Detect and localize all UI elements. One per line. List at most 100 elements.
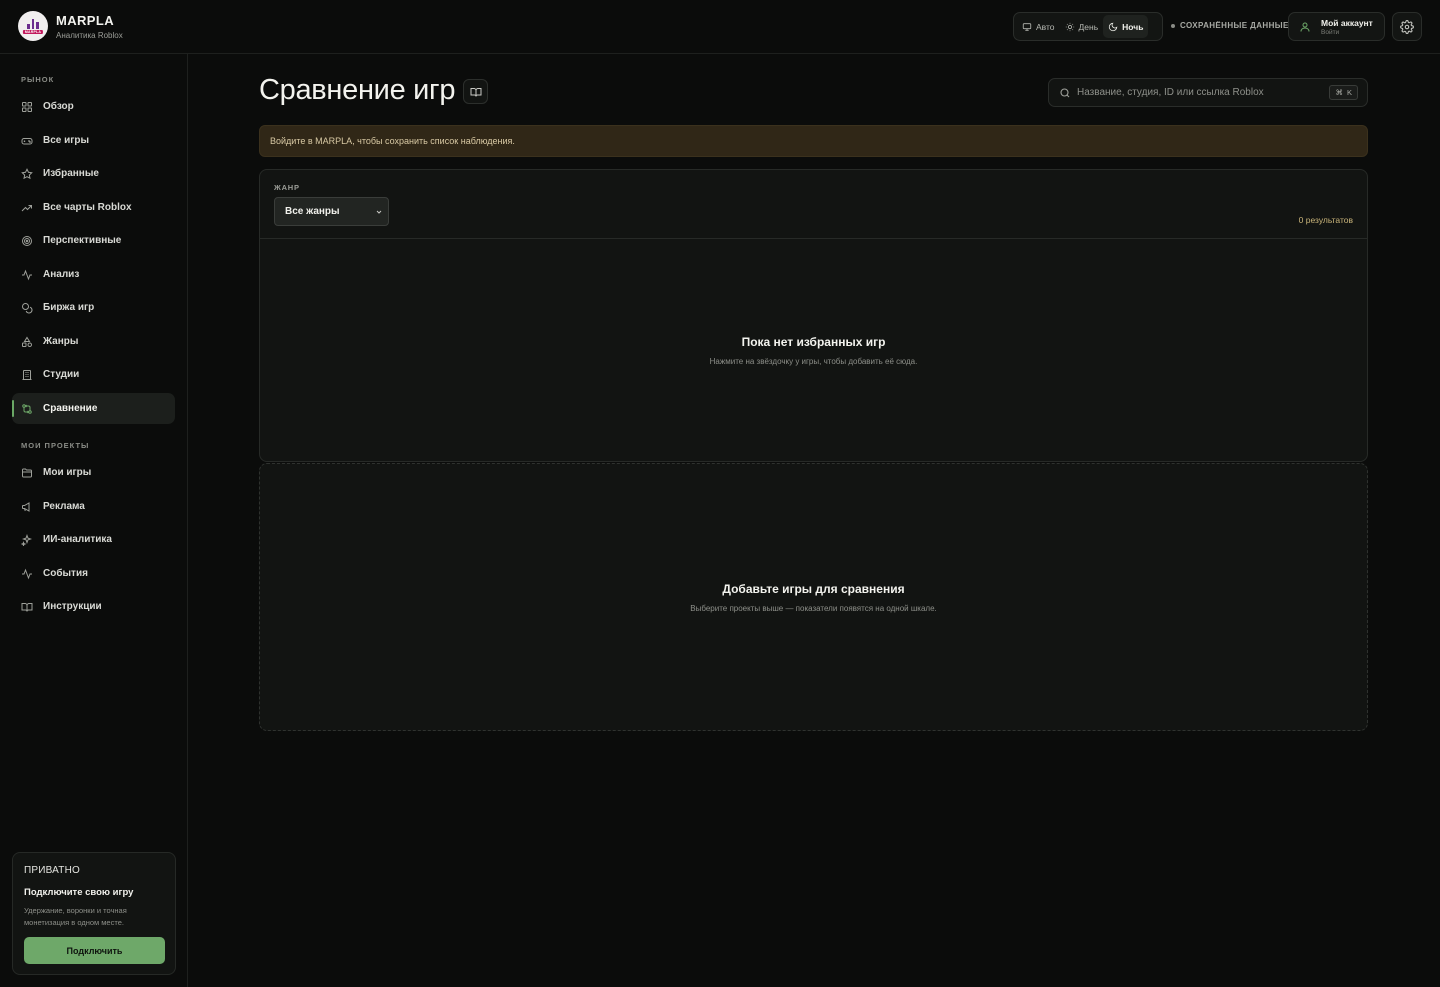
folder-icon <box>21 467 33 479</box>
sidebar-item-all-games[interactable]: Все игры <box>12 125 175 156</box>
command-key: ⌘ <box>1335 88 1343 97</box>
favorites-empty-title: Пока нет избранных игр <box>741 335 886 349</box>
results-count: 0 результатов <box>1298 215 1353 225</box>
sidebar: РЫНОК Обзор Все игры Избранные Все чарты… <box>0 54 188 987</box>
account-title: Мой аккаунт <box>1321 17 1373 28</box>
genre-select-value: Все жанры <box>285 206 340 217</box>
promo-tag: ПРИВАТНО <box>24 865 80 876</box>
favorites-empty-description: Нажмите на звёздочку у игры, чтобы добав… <box>709 357 918 366</box>
theme-auto-button[interactable]: Авто <box>1017 15 1060 38</box>
saved-data-link[interactable]: СОХРАНЁННЫЕ ДАННЫЕ <box>1171 21 1289 30</box>
sidebar-item-ai-analytics[interactable]: ИИ-аналитика <box>12 524 175 555</box>
sidebar-item-label: События <box>43 568 88 579</box>
pulse-icon <box>21 568 33 580</box>
sidebar-item-favorites[interactable]: Избранные <box>12 158 175 189</box>
monitor-icon <box>1022 22 1032 32</box>
sidebar-item-overview[interactable]: Обзор <box>12 91 175 122</box>
page-title: Сравнение игр <box>259 74 456 106</box>
sidebar-item-my-games[interactable]: Мои игры <box>12 457 175 488</box>
search-input[interactable] <box>1077 87 1327 98</box>
trending-up-icon <box>21 202 33 214</box>
sidebar-item-label: Все игры <box>43 135 90 146</box>
gear-icon <box>1400 19 1414 34</box>
sidebar-item-roblox-charts[interactable]: Все чарты Roblox <box>12 192 175 223</box>
shapes-icon <box>21 336 33 348</box>
sidebar-item-label: Сравнение <box>43 403 98 414</box>
brand[interactable]: MARPLA MARPLA Аналитика Roblox <box>18 11 123 41</box>
gamepad-icon <box>21 135 33 147</box>
shortcut-key: K <box>1346 88 1352 97</box>
favorites-panel: ЖАНР Все жанры 0 результатов Пока нет из… <box>259 169 1368 462</box>
grid-icon <box>21 101 33 113</box>
login-notice: Войдите в MARPLA, чтобы сохранить список… <box>259 125 1368 157</box>
brand-name: MARPLA <box>56 12 115 28</box>
book-icon <box>21 601 33 613</box>
sparkles-icon <box>21 533 33 546</box>
sidebar-item-label: Жанры <box>43 336 79 347</box>
sidebar-item-genres[interactable]: Жанры <box>12 326 175 357</box>
theme-day-label: День <box>1078 21 1099 32</box>
connect-game-promo: ПРИВАТНО Подключите свою игру Удержание,… <box>12 852 176 975</box>
saved-data-label: СОХРАНЁННЫЕ ДАННЫЕ <box>1180 21 1289 30</box>
status-dot <box>1171 23 1175 28</box>
notice-text: Войдите в MARPLA, чтобы сохранить список… <box>270 136 515 146</box>
sidebar-item-label: Мои игры <box>43 467 92 478</box>
building-icon <box>21 369 33 381</box>
user-icon <box>1299 21 1311 33</box>
sidebar-item-compare[interactable]: Сравнение <box>12 393 175 424</box>
sidebar-item-game-exchange[interactable]: Биржа игр <box>12 292 175 323</box>
sidebar-item-label: Реклама <box>43 501 85 512</box>
sidebar-item-events[interactable]: События <box>12 558 175 589</box>
coins-icon <box>21 302 33 314</box>
marpla-logo: MARPLA <box>18 11 48 41</box>
sidebar-item-label: Биржа игр <box>43 302 95 313</box>
guide-button[interactable] <box>463 79 488 104</box>
compare-empty-description: Выберите проекты выше — показатели появя… <box>690 604 937 613</box>
shortcut-hint: ⌘ K <box>1329 85 1358 100</box>
target-icon <box>21 235 33 247</box>
sidebar-item-label: Студии <box>43 369 80 380</box>
filter-bar: ЖАНР Все жанры 0 результатов <box>260 170 1367 239</box>
promo-title: Подключите свою игру <box>24 887 134 898</box>
sidebar-item-label: Перспективные <box>43 235 122 246</box>
brand-subtitle: Аналитика Roblox <box>56 30 123 40</box>
moon-icon <box>1108 22 1118 32</box>
sidebar-item-analysis[interactable]: Анализ <box>12 259 175 290</box>
sidebar-item-label: Избранные <box>43 168 99 179</box>
sidebar-item-promising[interactable]: Перспективные <box>12 225 175 256</box>
theme-switcher: Авто День Ночь <box>1013 12 1163 41</box>
genre-filter-label: ЖАНР <box>274 183 300 192</box>
theme-night-label: Ночь <box>1122 21 1144 32</box>
theme-auto-label: Авто <box>1036 21 1055 32</box>
sun-icon <box>1065 22 1075 32</box>
activity-icon <box>21 269 33 281</box>
sidebar-item-label: Все чарты Roblox <box>43 202 132 213</box>
comparison-panel: Добавьте игры для сравнения Выберите про… <box>259 463 1368 731</box>
book-open-icon <box>470 86 482 98</box>
star-icon <box>21 167 33 180</box>
megaphone-icon <box>21 501 33 513</box>
section-market: РЫНОК <box>21 75 55 84</box>
search-icon <box>1059 87 1071 99</box>
settings-button[interactable] <box>1392 12 1422 41</box>
account-subtitle: Войти <box>1321 28 1340 36</box>
theme-night-button[interactable]: Ночь <box>1103 15 1149 38</box>
compare-empty-title: Добавьте игры для сравнения <box>722 582 905 596</box>
logo-tag: MARPLA <box>22 30 44 34</box>
promo-description: Удержание, воронки и точная монетизация … <box>24 906 127 927</box>
search-bar[interactable]: ⌘ K <box>1048 78 1368 107</box>
sidebar-item-label: Инструкции <box>43 601 102 612</box>
top-bar: MARPLA MARPLA Аналитика Roblox Авто День… <box>0 0 1440 54</box>
section-my-projects: МОИ ПРОЕКТЫ <box>21 441 90 450</box>
theme-day-button[interactable]: День <box>1060 15 1104 38</box>
sidebar-item-label: Анализ <box>43 269 80 280</box>
compare-icon <box>21 403 33 415</box>
sidebar-item-label: Обзор <box>43 101 74 112</box>
sidebar-item-studios[interactable]: Студии <box>12 359 175 390</box>
sidebar-item-instructions[interactable]: Инструкции <box>12 591 175 622</box>
sidebar-item-ads[interactable]: Реклама <box>12 491 175 522</box>
connect-button[interactable]: Подключить <box>24 937 165 964</box>
sidebar-item-label: ИИ-аналитика <box>43 534 112 545</box>
account-button[interactable]: Мой аккаунт Войти <box>1288 12 1385 41</box>
genre-select[interactable]: Все жанры <box>274 197 389 226</box>
